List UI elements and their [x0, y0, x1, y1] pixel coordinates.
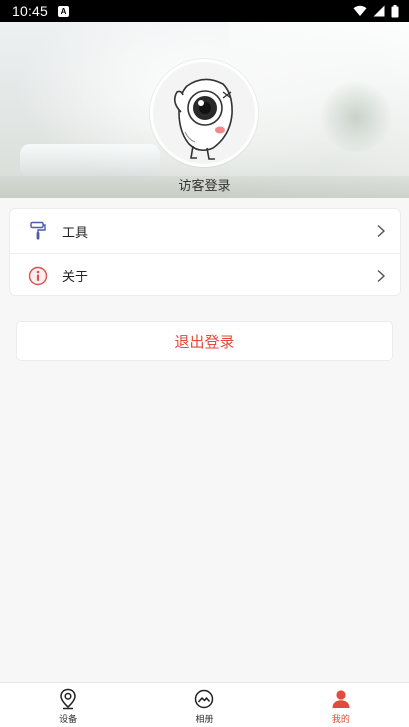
wifi-icon — [353, 5, 367, 16]
tab-album-label: 相册 — [195, 715, 214, 725]
header-background-sofa — [20, 144, 160, 178]
battery-icon — [391, 4, 399, 17]
info-circle-icon — [28, 266, 48, 286]
status-time: 10:45 — [12, 3, 49, 19]
tab-mine-label: 我的 — [331, 715, 350, 725]
cartoon-eyeball-avatar-icon — [173, 78, 233, 160]
mountain-circle-icon — [194, 688, 214, 710]
status-left: 10:45 A — [12, 3, 70, 19]
menu-item-about-label: 关于 — [62, 270, 89, 285]
bottom-nav: 设备 相册 我的 — [0, 682, 409, 727]
person-icon — [331, 688, 351, 710]
menu-item-tools[interactable]: 工具 — [10, 209, 400, 253]
tab-mine[interactable]: 我的 — [273, 683, 409, 727]
chevron-right-icon — [377, 224, 386, 238]
status-bar: 10:45 A — [0, 0, 409, 22]
paint-roller-icon — [28, 221, 48, 241]
tab-devices-label: 设备 — [59, 715, 78, 725]
chevron-right-icon — [377, 269, 386, 282]
menu-card: 工具 关于 — [9, 208, 401, 296]
location-pin-icon — [58, 688, 78, 710]
menu-item-tools-label: 工具 — [62, 225, 89, 241]
notification-badge: A — [58, 5, 70, 17]
profile-header: 访客登录 — [0, 22, 409, 198]
menu-item-about[interactable]: 关于 — [10, 253, 400, 297]
status-right — [353, 4, 399, 18]
signal-icon — [373, 5, 385, 17]
tab-album[interactable]: 相册 — [136, 683, 272, 727]
avatar[interactable] — [150, 59, 258, 167]
guest-login-label[interactable]: 访客登录 — [0, 175, 409, 194]
logout-button[interactable]: 退出登录 — [16, 321, 393, 361]
header-background-plant — [321, 82, 391, 152]
tab-devices[interactable]: 设备 — [0, 683, 136, 727]
